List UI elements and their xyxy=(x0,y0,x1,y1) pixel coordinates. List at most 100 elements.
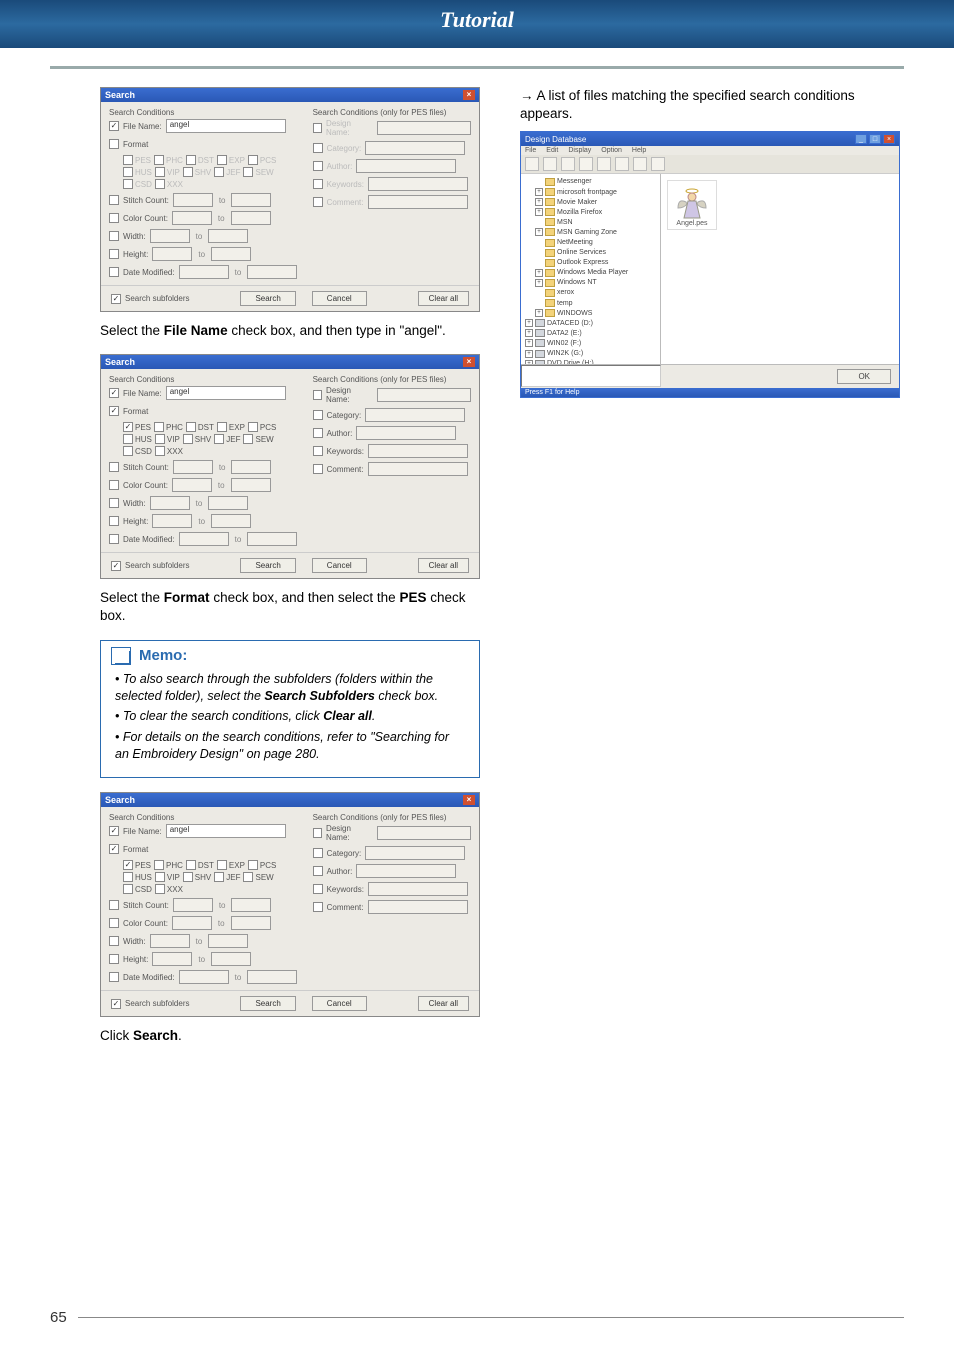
clear-all-button[interactable]: Clear all xyxy=(418,558,469,573)
thumbnail-area: Angel.pes xyxy=(661,174,899,364)
tree-item[interactable]: +DVD Drive (H:) xyxy=(525,359,656,364)
format-phc-checkbox[interactable] xyxy=(154,422,164,432)
format-hus-checkbox[interactable] xyxy=(123,434,133,444)
angel-icon xyxy=(672,184,712,220)
format-pcs-checkbox[interactable] xyxy=(248,422,258,432)
toolbar-button[interactable] xyxy=(543,157,557,171)
format-pes-checkbox[interactable] xyxy=(123,860,133,870)
menu-bar[interactable]: File Edit Display Option Help xyxy=(521,146,899,155)
toolbar-button[interactable] xyxy=(561,157,575,171)
width-checkbox[interactable] xyxy=(109,231,119,241)
format-exp-checkbox[interactable] xyxy=(217,422,227,432)
tree-item[interactable]: +WIN2K (G:) xyxy=(525,349,656,358)
tree-item[interactable]: +DATACED (D:) xyxy=(525,319,656,328)
cancel-button[interactable]: Cancel xyxy=(312,558,367,573)
file-name-checkbox[interactable] xyxy=(109,388,119,398)
status-bar: Press F1 for Help xyxy=(521,388,899,397)
format-row-3: CSDXXX xyxy=(123,179,303,189)
caption-1: Select the File Name check box, and then… xyxy=(100,322,480,340)
tree-item[interactable]: temp xyxy=(525,299,656,308)
format-vip-checkbox[interactable] xyxy=(155,434,165,444)
toolbar-button[interactable] xyxy=(597,157,611,171)
toolbar-button[interactable] xyxy=(651,157,665,171)
format-jef-checkbox[interactable] xyxy=(214,872,224,882)
file-name-input[interactable]: angel xyxy=(166,119,286,133)
format-hus-checkbox[interactable] xyxy=(123,872,133,882)
format-vip-checkbox[interactable] xyxy=(155,872,165,882)
format-jef-checkbox[interactable] xyxy=(214,434,224,444)
format-sew-checkbox xyxy=(243,167,253,177)
tree-item[interactable]: Online Services xyxy=(525,248,656,257)
ok-button[interactable]: OK xyxy=(837,369,891,384)
tree-item[interactable]: Outlook Express xyxy=(525,258,656,267)
toolbar-button[interactable] xyxy=(633,157,647,171)
tree-item[interactable]: xerox xyxy=(525,288,656,297)
format-exp-checkbox[interactable] xyxy=(217,860,227,870)
format-pes-checkbox[interactable] xyxy=(123,422,133,432)
folder-icon xyxy=(545,188,555,196)
folder-tree[interactable]: Messenger +microsoft frontpage+Movie Make… xyxy=(521,174,661,364)
format-xxx-checkbox[interactable] xyxy=(155,884,165,894)
tree-item[interactable]: +Movie Maker xyxy=(525,198,656,207)
cancel-button[interactable]: Cancel xyxy=(312,291,367,306)
tree-item[interactable]: +WINDOWS xyxy=(525,309,656,318)
search-button[interactable]: Search xyxy=(240,996,295,1011)
format-csd-checkbox[interactable] xyxy=(123,884,133,894)
file-name-checkbox[interactable] xyxy=(109,121,119,131)
height-checkbox[interactable] xyxy=(109,249,119,259)
file-name-input[interactable]: angel xyxy=(166,386,286,400)
close-icon[interactable]: × xyxy=(463,357,475,367)
search-button[interactable]: Search xyxy=(240,558,295,573)
format-csd-checkbox[interactable] xyxy=(123,446,133,456)
tree-item[interactable]: +MSN Gaming Zone xyxy=(525,228,656,237)
format-sew-checkbox[interactable] xyxy=(243,872,253,882)
tree-item[interactable]: +Mozilla Firefox xyxy=(525,208,656,217)
format-label: Format xyxy=(123,140,148,149)
search-subfolders-checkbox[interactable] xyxy=(111,294,121,304)
format-pcs-checkbox[interactable] xyxy=(248,860,258,870)
close-icon[interactable]: × xyxy=(463,90,475,100)
toolbar-button[interactable] xyxy=(615,157,629,171)
folder-icon xyxy=(545,309,555,317)
tree-item[interactable]: +DATA2 (E:) xyxy=(525,329,656,338)
result-thumbnail[interactable]: Angel.pes xyxy=(667,180,717,230)
folder-icon xyxy=(545,239,555,247)
maximize-icon[interactable]: □ xyxy=(869,134,881,144)
stitch-count-checkbox[interactable] xyxy=(109,195,119,205)
color-count-checkbox[interactable] xyxy=(109,213,119,223)
format-shv-checkbox[interactable] xyxy=(183,434,193,444)
date-modified-checkbox[interactable] xyxy=(109,267,119,277)
clear-all-button[interactable]: Clear all xyxy=(418,996,469,1011)
minimize-icon[interactable]: _ xyxy=(855,134,867,144)
format-dst-checkbox[interactable] xyxy=(186,860,196,870)
format-shv-checkbox[interactable] xyxy=(183,872,193,882)
format-checkbox[interactable] xyxy=(109,406,119,416)
format-phc-checkbox[interactable] xyxy=(154,860,164,870)
format-phc-checkbox xyxy=(154,155,164,165)
folder-icon xyxy=(545,228,555,236)
close-icon[interactable]: × xyxy=(463,795,475,805)
height-label: Height: xyxy=(123,250,148,259)
width-label: Width: xyxy=(123,232,146,241)
search-button[interactable]: Search xyxy=(240,291,295,306)
format-dst-checkbox[interactable] xyxy=(186,422,196,432)
tree-item[interactable]: Messenger xyxy=(525,177,656,186)
search-dialog-2: Search× Search Conditions File Name:ange… xyxy=(100,354,480,579)
toolbar-button[interactable] xyxy=(525,157,539,171)
tree-item[interactable]: +Windows Media Player xyxy=(525,268,656,277)
tree-item[interactable]: +Windows NT xyxy=(525,278,656,287)
tree-item[interactable]: NetMeeting xyxy=(525,238,656,247)
close-icon[interactable]: × xyxy=(883,134,895,144)
tree-item[interactable]: +microsoft frontpage xyxy=(525,188,656,197)
format-checkbox[interactable] xyxy=(109,139,119,149)
format-exp-checkbox xyxy=(217,155,227,165)
clear-all-button[interactable]: Clear all xyxy=(418,291,469,306)
tree-item[interactable]: +WIN02 (F:) xyxy=(525,339,656,348)
format-xxx-checkbox[interactable] xyxy=(155,446,165,456)
format-grid: PESPHCDSTEXPPCS HUSVIPSHVJEFSEW CSDXXX xyxy=(123,422,303,456)
toolbar-button[interactable] xyxy=(579,157,593,171)
format-pes-checkbox xyxy=(123,155,133,165)
format-sew-checkbox[interactable] xyxy=(243,434,253,444)
cancel-button[interactable]: Cancel xyxy=(312,996,367,1011)
tree-item[interactable]: MSN xyxy=(525,218,656,227)
